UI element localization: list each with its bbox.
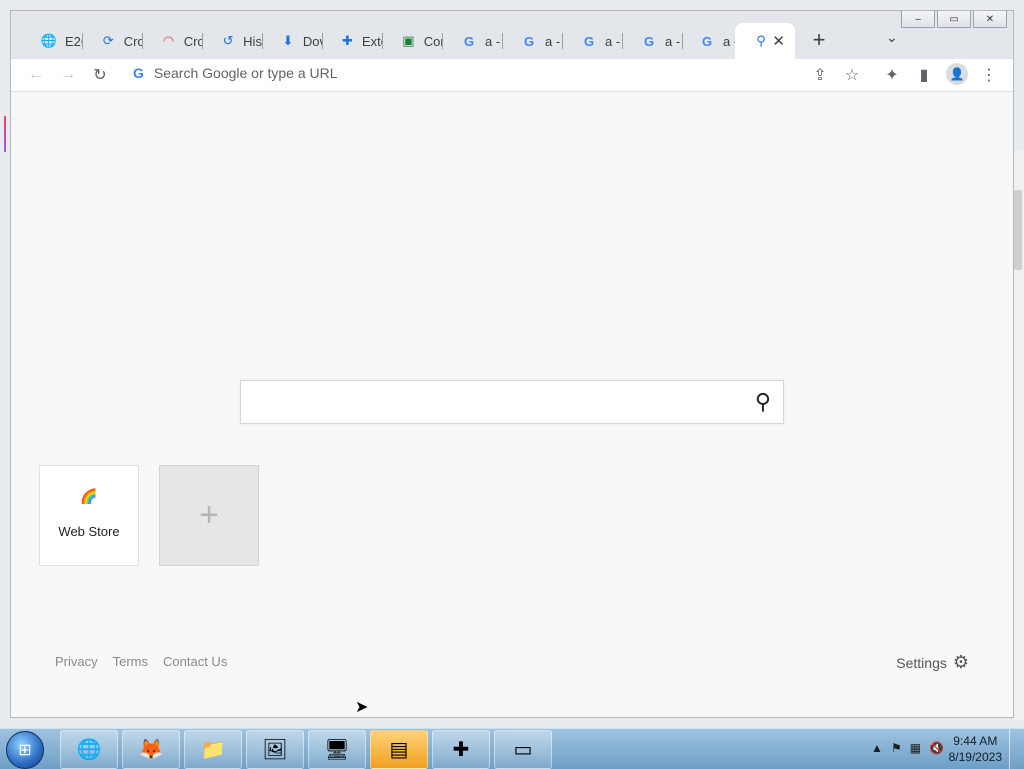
page-search-box[interactable]: ⚲ bbox=[240, 380, 784, 424]
google-g-icon: G bbox=[463, 33, 475, 49]
back-button[interactable]: ← bbox=[24, 63, 48, 87]
contact-us-link[interactable]: Contact Us bbox=[163, 654, 227, 669]
search-icon[interactable]: ⚲ bbox=[755, 389, 771, 415]
sheet-icon: ▣ bbox=[402, 33, 415, 48]
taskbar-task-manager-icon[interactable]: 🖥 bbox=[308, 730, 366, 769]
new-tab-page: ⚲ 🌈 Web Store + Privacy Terms Contact Us… bbox=[11, 92, 1013, 717]
maximize-button[interactable]: ▭ bbox=[937, 11, 971, 28]
side-panel-icon[interactable]: ▮ bbox=[912, 63, 936, 87]
close-tab-icon[interactable]: ✕ bbox=[772, 32, 785, 50]
reload-button[interactable]: ↻ bbox=[88, 63, 112, 87]
minimize-button[interactable]: – bbox=[901, 11, 935, 28]
tab-active[interactable]: ⚲ ✕ bbox=[735, 23, 795, 59]
tab-google-3[interactable]: G a - bbox=[563, 25, 623, 57]
taskbar-chrome-icon[interactable]: 🌐 bbox=[60, 730, 118, 769]
google-g-icon: G bbox=[643, 33, 655, 49]
footer-links: Privacy Terms Contact Us bbox=[55, 654, 227, 669]
tab-cor[interactable]: ▣ Cor bbox=[383, 25, 443, 57]
download-icon: ⬇ bbox=[282, 33, 294, 48]
settings-label: Settings bbox=[896, 654, 947, 671]
left-edge-marker bbox=[4, 116, 6, 152]
tab-cro-2[interactable]: ◠ Cro bbox=[143, 25, 203, 57]
system-tray: ▲ ⚑ ▦ 🔇 bbox=[871, 741, 944, 755]
tray-network-icon[interactable]: ▦ bbox=[910, 741, 921, 755]
shortcut-tile-web-store[interactable]: 🌈 Web Store bbox=[39, 465, 139, 566]
share-icon[interactable]: ⇪ bbox=[808, 63, 832, 87]
start-button[interactable]: ⊞ bbox=[6, 731, 44, 769]
globe-icon: 🌐 bbox=[40, 33, 58, 48]
gear-icon: ⚙ bbox=[952, 652, 969, 672]
show-desktop-button[interactable] bbox=[1009, 729, 1024, 769]
tab-e2g[interactable]: 🌐 E2G bbox=[23, 25, 83, 57]
profile-avatar[interactable]: 👤 bbox=[946, 63, 968, 85]
google-g-icon: G bbox=[701, 33, 713, 49]
settings-link[interactable]: Settings ⚙ bbox=[896, 652, 969, 673]
close-window-button[interactable]: ✕ bbox=[973, 11, 1007, 28]
mouse-cursor-icon: ➤ bbox=[355, 699, 369, 716]
taskbar-firefox-icon[interactable]: 🦊 bbox=[122, 730, 180, 769]
clock-time: 9:44 AM bbox=[953, 734, 998, 748]
history-icon: ↺ bbox=[222, 33, 234, 48]
extensions-icon[interactable]: ✦ bbox=[880, 63, 904, 87]
tab-extensions[interactable]: ✚ Exte bbox=[323, 25, 383, 57]
taskbar: ⊞ 🌐 🦊 📁 🖼 🖥 ▤ ✚ ▭ ▲ ⚑ ▦ 🔇 9:44 AM 8/19/2… bbox=[0, 728, 1024, 769]
puzzle-icon: ✚ bbox=[342, 33, 353, 48]
tab-google-1[interactable]: G a - bbox=[443, 25, 503, 57]
tab-search-chevron-icon[interactable]: ⌄ bbox=[886, 29, 898, 46]
tab-history[interactable]: ↺ Hist bbox=[203, 25, 263, 57]
bookmark-star-icon[interactable]: ☆ bbox=[840, 63, 864, 87]
tab-downloads[interactable]: ⬇ Dov bbox=[263, 25, 323, 57]
omnibox-placeholder: Search Google or type a URL bbox=[153, 65, 338, 81]
browser-window: 🌐 E2G ⟳ Cro ◠ Cro ↺ Hist ⬇ Dov ✚ Exte bbox=[10, 10, 1014, 718]
forward-button[interactable]: → bbox=[56, 63, 80, 87]
new-tab-button[interactable]: + bbox=[806, 27, 832, 53]
menu-icon[interactable]: ⋮ bbox=[977, 63, 1001, 87]
taskbar-control-panel-icon[interactable]: ▤ bbox=[370, 730, 428, 769]
tray-flag-icon[interactable]: ⚑ bbox=[891, 741, 902, 755]
clock[interactable]: 9:44 AM 8/19/2023 bbox=[949, 733, 1002, 765]
omnibox[interactable]: G Search Google or type a URL bbox=[123, 59, 859, 87]
tab-strip: 🌐 E2G ⟳ Cro ◠ Cro ↺ Hist ⬇ Dov ✚ Exte bbox=[11, 11, 1013, 61]
search-tab-icon: ⚲ bbox=[756, 33, 766, 48]
taskbar-card-app-icon[interactable]: ▭ bbox=[494, 730, 552, 769]
google-g-icon: G bbox=[133, 65, 144, 81]
window-controls: – ▭ ✕ bbox=[901, 11, 1007, 28]
taskbar-photo-viewer-icon[interactable]: 🖼 bbox=[246, 730, 304, 769]
google-g-icon: G bbox=[583, 33, 595, 49]
browser-toolbar: ← → ↻ G Search Google or type a URL ⇪ ☆ … bbox=[11, 59, 1013, 92]
tab-cro-1[interactable]: ⟳ Cro bbox=[83, 25, 143, 57]
page-search-input[interactable] bbox=[253, 381, 737, 423]
tray-volume-muted-icon[interactable]: 🔇 bbox=[929, 741, 944, 755]
chrome-refresh-icon: ⟳ bbox=[102, 33, 114, 48]
clock-date: 8/19/2023 bbox=[948, 750, 1002, 764]
rainbow-icon: ◠ bbox=[162, 33, 175, 48]
tab-google-4[interactable]: G a - bbox=[623, 25, 683, 57]
webstore-icon: 🌈 bbox=[80, 488, 98, 504]
tile-label: Web Store bbox=[58, 524, 120, 539]
terms-link[interactable]: Terms bbox=[113, 654, 148, 669]
google-g-icon: G bbox=[523, 33, 535, 49]
privacy-link[interactable]: Privacy bbox=[55, 654, 98, 669]
tray-expand-icon[interactable]: ▲ bbox=[871, 741, 883, 755]
add-shortcut-tile[interactable]: + bbox=[159, 465, 259, 566]
tab-google-2[interactable]: G a - bbox=[503, 25, 563, 57]
tab-google-5[interactable]: G a - bbox=[681, 25, 741, 57]
taskbar-plus-app-icon[interactable]: ✚ bbox=[432, 730, 490, 769]
taskbar-file-explorer-icon[interactable]: 📁 bbox=[184, 730, 242, 769]
